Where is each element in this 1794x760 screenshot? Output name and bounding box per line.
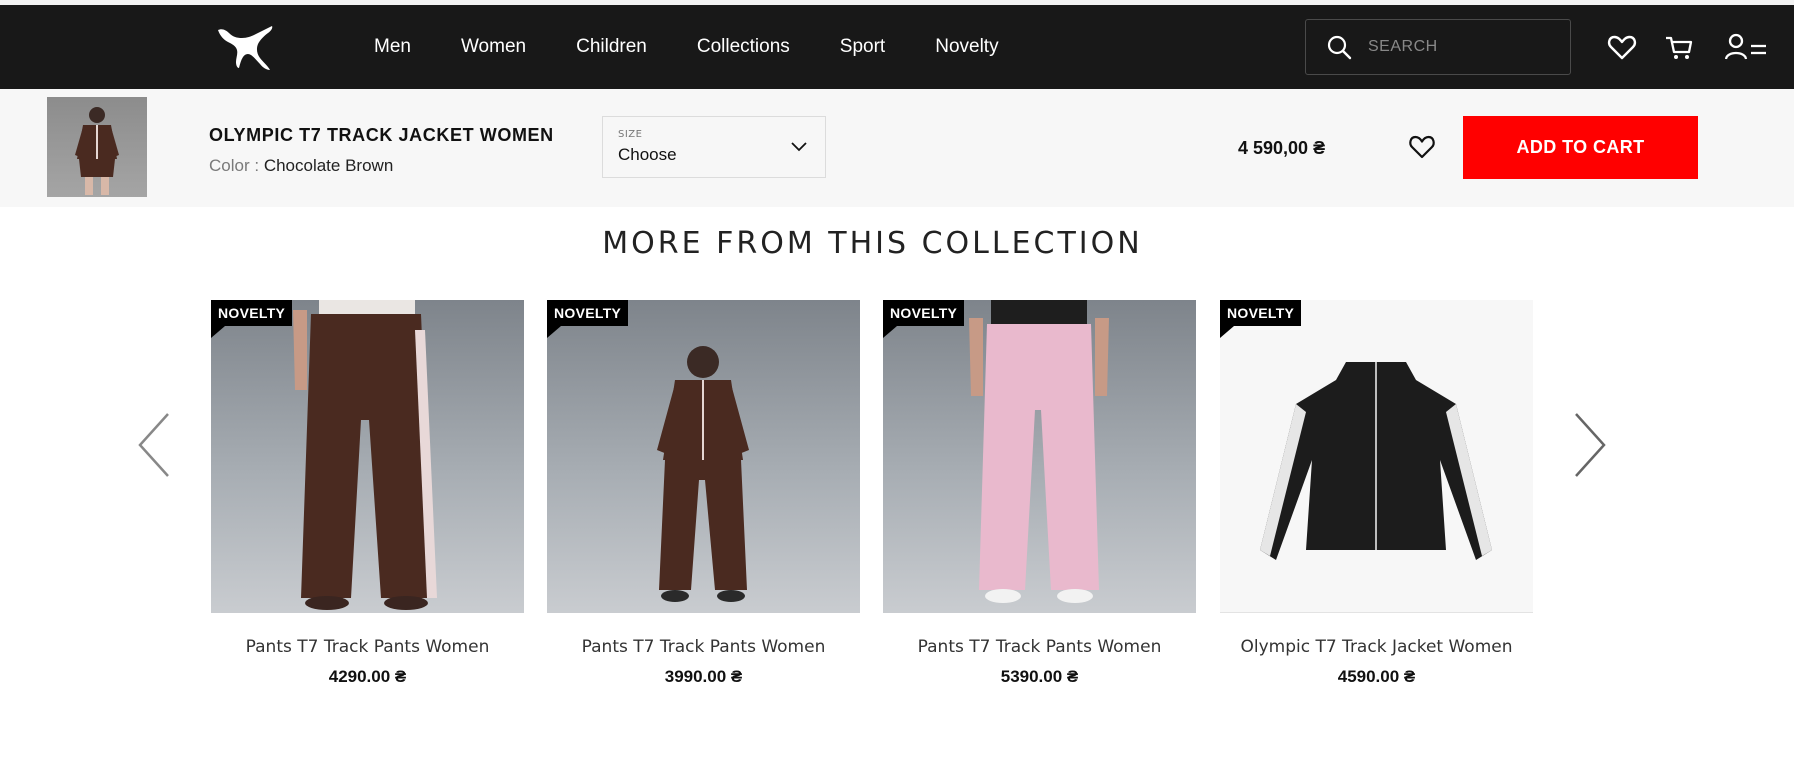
product-price: 4 590,00 ₴ (1238, 138, 1326, 158)
size-select[interactable]: SIZE Choose (602, 116, 826, 178)
chevron-down-icon (789, 137, 809, 157)
product-card[interactable]: NOVELTY Pants T7 Track Pants Women 5390.… (883, 300, 1196, 687)
color-value: Chocolate Brown (263, 156, 394, 175)
product-image[interactable]: NOVELTY (547, 300, 860, 613)
puma-logo-icon[interactable] (216, 24, 276, 74)
product-price: 5390.00 ₴ (1000, 667, 1079, 686)
badge-tail-icon (1220, 326, 1234, 338)
search-box (1305, 19, 1571, 75)
badge-tail-icon (211, 326, 225, 338)
wishlist-heart-icon[interactable] (1607, 32, 1637, 62)
product-thumbnail[interactable] (47, 97, 147, 197)
add-to-wishlist-heart-icon[interactable] (1408, 134, 1436, 160)
cart-icon[interactable] (1664, 32, 1694, 62)
add-to-cart-button[interactable]: ADD TO CART (1463, 116, 1698, 179)
product-color: Color : Chocolate Brown (209, 156, 393, 176)
nav-women[interactable]: Women (461, 36, 526, 58)
product-price: 3990.00 ₴ (664, 667, 743, 686)
section-title: MORE FROM THIS COLLECTION (602, 226, 1143, 261)
nav-children[interactable]: Children (576, 36, 647, 58)
sticky-product-bar: OLYMPIC T7 TRACK JACKET WOMEN Color : Ch… (0, 89, 1794, 207)
novelty-badge: NOVELTY (547, 300, 629, 326)
product-card[interactable]: NOVELTY Olympic T7 Track Jacket Women 45… (1220, 300, 1533, 687)
product-image[interactable]: NOVELTY (883, 300, 1196, 613)
novelty-badge: NOVELTY (211, 300, 293, 326)
product-image[interactable]: NOVELTY (211, 300, 524, 613)
product-card[interactable]: NOVELTY Pants T7 Track Pants Women 3990.… (547, 300, 860, 687)
color-label: Color : (209, 156, 260, 175)
search-input[interactable] (1366, 37, 1556, 57)
badge-tail-icon (547, 326, 561, 338)
nav-sport[interactable]: Sport (840, 36, 885, 58)
product-name[interactable]: Pants T7 Track Pants Women (211, 637, 524, 657)
product-name[interactable]: Olympic T7 Track Jacket Women (1220, 637, 1533, 657)
carousel-prev-arrow-icon[interactable] (136, 410, 176, 480)
product-title: OLYMPIC T7 TRACK JACKET WOMEN (209, 125, 554, 145)
nav-novelty[interactable]: Novelty (935, 36, 998, 58)
carousel-next-arrow-icon[interactable] (1568, 410, 1608, 480)
size-value: Choose (618, 145, 677, 164)
product-name[interactable]: Pants T7 Track Pants Women (883, 637, 1196, 657)
nav-collections[interactable]: Collections (697, 36, 790, 58)
product-price: 4290.00 ₴ (328, 667, 407, 686)
main-nav: Men Women Children Collections Sport Nov… (374, 5, 1049, 89)
account-menu-icon[interactable] (1725, 32, 1767, 62)
search-icon[interactable] (1326, 34, 1352, 60)
novelty-badge: NOVELTY (883, 300, 965, 326)
product-price: 4590.00 ₴ (1337, 667, 1416, 686)
product-name[interactable]: Pants T7 Track Pants Women (547, 637, 860, 657)
site-header: Men Women Children Collections Sport Nov… (0, 5, 1794, 89)
size-label: SIZE (618, 129, 643, 140)
product-image[interactable]: NOVELTY (1220, 300, 1533, 613)
nav-men[interactable]: Men (374, 36, 411, 58)
product-card[interactable]: NOVELTY Pants T7 Track Pants Women 4290.… (211, 300, 524, 687)
badge-tail-icon (883, 326, 897, 338)
novelty-badge: NOVELTY (1220, 300, 1302, 326)
